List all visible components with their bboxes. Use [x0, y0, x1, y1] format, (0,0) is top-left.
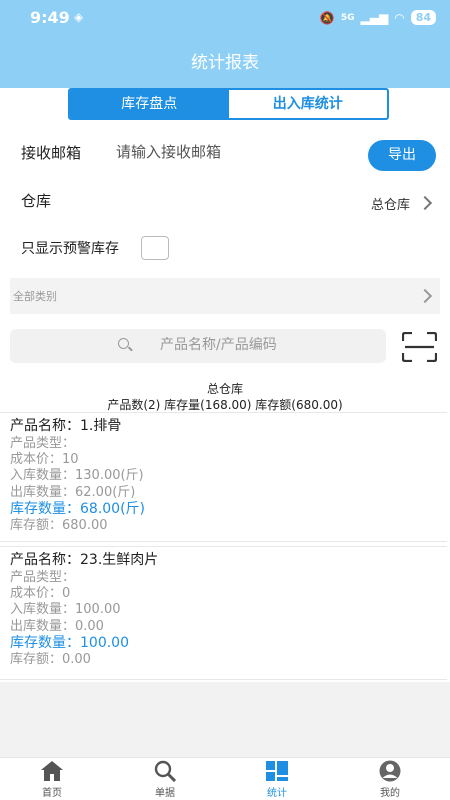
chevron-right-icon[interactable]	[417, 195, 433, 211]
category-label: 全部类别	[13, 290, 57, 303]
warning-filter-checkbox[interactable]	[141, 236, 169, 260]
tab-in-out-stats[interactable]: 出入库统计	[229, 90, 388, 118]
product-type: 产品类型：	[10, 570, 76, 585]
search-box[interactable]	[10, 329, 386, 363]
nav-stats[interactable]: 统计	[237, 760, 317, 799]
home-icon	[12, 760, 92, 782]
warning-filter-label: 只显示预警库存	[21, 241, 119, 257]
status-time: 9:49	[30, 8, 70, 27]
summary-detail: 产品数(2) 库存量(168.00) 库存额(680.00)	[107, 398, 343, 412]
signal-icon: ▂▄▆	[360, 10, 389, 25]
nav-stats-label: 统计	[267, 788, 287, 799]
grid-stats-icon	[237, 760, 317, 782]
product-cost: 成本价：10	[10, 452, 79, 468]
nav-profile-label: 我的	[380, 788, 400, 799]
user-icon	[350, 760, 430, 782]
report-tabs: 库存盘点 出入库统计	[68, 88, 389, 120]
product-cost: 成本价：0	[10, 586, 71, 602]
wifi-icon: ◠	[394, 10, 405, 25]
export-button[interactable]: 导出	[368, 140, 436, 171]
summary-title: 总仓库	[206, 382, 243, 396]
product-stock-qty: 库存数量：68.00(斤)	[10, 500, 146, 517]
category-chevron-icon	[417, 288, 433, 304]
nav-profile[interactable]: 我的	[350, 760, 430, 799]
tab-inventory-check[interactable]: 库存盘点	[70, 90, 229, 118]
network-label: 5G	[340, 12, 355, 23]
product-stock-qty: 库存数量：100.00	[10, 634, 129, 651]
category-select[interactable]: 全部类别	[10, 278, 440, 314]
battery-icon: 84	[410, 10, 436, 25]
search-input[interactable]	[160, 337, 360, 353]
product-name: 产品名称：23.生鲜肉片	[10, 552, 159, 568]
nfc-icon: ◈	[74, 10, 84, 24]
product-card[interactable]: 产品名称：23.生鲜肉片 产品类型： 成本价：0 入库数量：100.00 出库数…	[0, 546, 447, 680]
email-label: 接收邮箱	[21, 144, 82, 162]
product-stock-amount: 库存额：0.00	[10, 651, 91, 667]
page-title: 统计报表	[191, 53, 259, 73]
product-card[interactable]: 产品名称：1.排骨 产品类型： 成本价：10 入库数量：130.00(斤) 出库…	[0, 412, 447, 542]
header-bar: 9:49 ◈ 🔕 5G ▂▄▆ ◠ 84 统计报表	[0, 0, 450, 88]
search-icon	[118, 338, 129, 349]
bottom-nav: 首页 单据 统计 我的	[0, 757, 450, 800]
nav-home-label: 首页	[42, 788, 62, 799]
status-icons: 🔕 5G ▂▄▆ ◠ 84	[320, 10, 436, 25]
search-icon	[125, 760, 205, 782]
nav-home[interactable]: 首页	[12, 760, 92, 799]
warehouse-label: 仓库	[21, 192, 52, 210]
product-in-qty: 入库数量：130.00(斤)	[10, 468, 144, 484]
nav-documents-label: 单据	[155, 788, 175, 799]
warehouse-value[interactable]: 总仓库	[371, 194, 410, 213]
product-name: 产品名称：1.排骨	[10, 418, 122, 434]
product-out-qty: 出库数量：0.00	[10, 618, 104, 634]
nav-documents[interactable]: 单据	[125, 760, 205, 799]
list-background	[0, 682, 450, 760]
mute-icon: 🔕	[319, 10, 335, 25]
product-out-qty: 出库数量：62.00(斤)	[10, 484, 136, 500]
product-type: 产品类型：	[10, 436, 76, 451]
product-in-qty: 入库数量：100.00	[10, 602, 121, 618]
email-input[interactable]	[116, 142, 356, 162]
scan-icon[interactable]	[402, 332, 437, 362]
product-stock-amount: 库存额：680.00	[10, 517, 108, 533]
status-bar: 9:49 ◈ 🔕 5G ▂▄▆ ◠ 84	[0, 0, 450, 38]
